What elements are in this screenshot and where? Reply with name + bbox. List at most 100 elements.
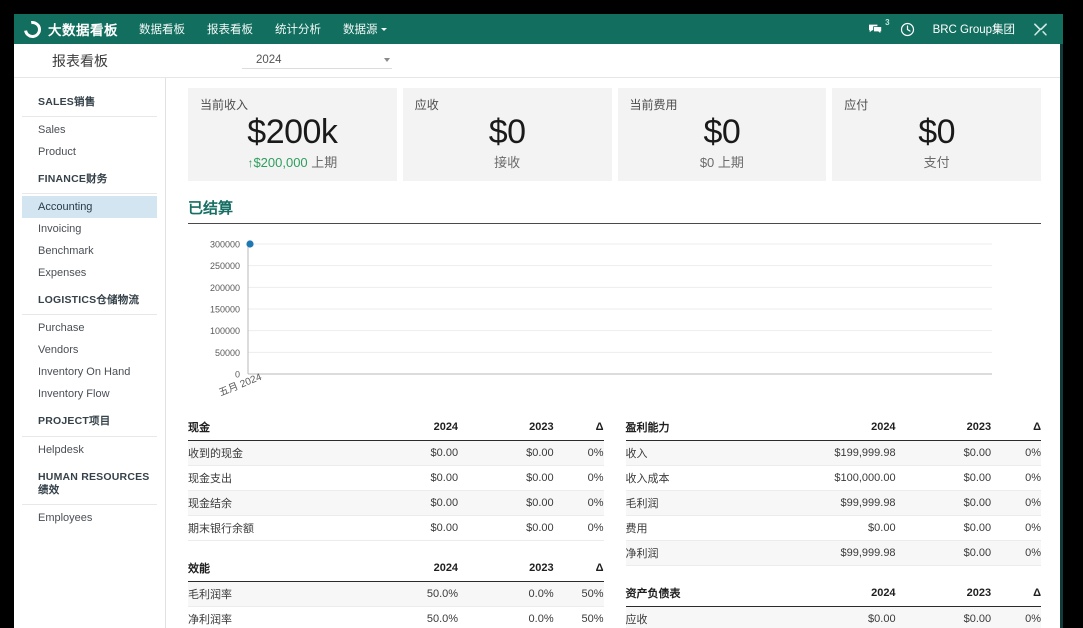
cell-delta: 0% (991, 465, 1041, 491)
kpi-card-receivable[interactable]: 应收 $0 接收 (402, 88, 612, 181)
svg-text:50000: 50000 (215, 348, 240, 358)
sidebar-item-product[interactable]: Product (22, 141, 157, 163)
top-navbar: 大数据看板 数据看板 报表看板 统计分析 数据源 3 BRC Group集团 (14, 14, 1063, 44)
table-row: 收入 $199,999.98 $0.00 0% (625, 440, 1041, 466)
cell-delta: 0% (991, 440, 1041, 466)
chevron-down-icon (384, 58, 390, 62)
table-title-efficiency: 效能 (188, 556, 363, 582)
main-content: 当前收入 $200k ↑$200,000 上期 应收 $0 接收 当前费用 $0… (166, 78, 1063, 628)
cell-delta: 50% (553, 581, 604, 607)
row-label: 期末银行余额 (188, 515, 363, 541)
sidebar-item-purchase[interactable]: Purchase (22, 317, 157, 339)
kpi-label: 应付 (844, 98, 869, 112)
kpi-subtext: 接收 (494, 154, 521, 170)
nav-link-label: 数据源 (343, 24, 378, 36)
table-row: 毛利润 $99,999.98 $0.00 0% (625, 490, 1041, 516)
chat-bubble-icon[interactable]: 3 (861, 17, 890, 40)
brand[interactable]: 大数据看板 (20, 17, 128, 41)
table-header-row: 资产负债表 2024 2023 Δ (625, 581, 1041, 607)
sidebar-heading-logistics: LOGISTICS仓储物流 (22, 288, 157, 316)
table-header-row: 盈利能力 2024 2023 Δ (625, 415, 1041, 441)
table-row: 毛利润率 50.0% 0.0% 50% (188, 581, 604, 607)
svg-text:150000: 150000 (210, 304, 240, 314)
sidebar-group-sales: SALES销售 Sales Product (14, 90, 165, 163)
kpi-label: 当前费用 (629, 98, 678, 112)
cell-2023: $0.00 (458, 490, 554, 516)
body: SALES销售 Sales Product FINANCE财务 Accounti… (14, 78, 1063, 628)
nav-link-report-dashboard[interactable]: 报表看板 (196, 14, 264, 44)
table-title-cash: 现金 (188, 415, 363, 441)
table-row: 净利润率 50.0% 0.0% 50% (188, 606, 604, 628)
nav-link-data-dashboard[interactable]: 数据看板 (128, 14, 196, 44)
column-header-2024: 2024 (800, 581, 896, 607)
cell-2023: $0.00 (895, 465, 992, 491)
sidebar-item-helpdesk[interactable]: Helpdesk (22, 439, 157, 461)
sidebar-heading-hr: HUMAN RESOURCES绩效 (22, 465, 157, 505)
sidebar-heading-finance: FINANCE财务 (22, 167, 157, 195)
table-row: 收到的现金 $0.00 $0.00 0% (188, 440, 604, 466)
svg-text:100000: 100000 (210, 326, 240, 336)
cell-2023: $0.00 (458, 515, 554, 541)
sidebar-group-logistics: LOGISTICS仓储物流 Purchase Vendors Inventory… (14, 288, 165, 405)
cell-2024: $99,999.98 (800, 540, 896, 566)
chart-title: 已结算 (188, 197, 1041, 224)
sidebar-item-inventory-on-hand[interactable]: Inventory On Hand (22, 361, 157, 383)
kpi-card-current-revenue[interactable]: 当前收入 $200k ↑$200,000 上期 (188, 88, 397, 181)
sidebar-item-benchmark[interactable]: Benchmark (22, 240, 157, 262)
cell-2024: $99,999.98 (800, 490, 896, 516)
sidebar-item-inventory-flow[interactable]: Inventory Flow (22, 383, 157, 405)
kpi-card-payable[interactable]: 应付 $0 支付 (832, 88, 1041, 181)
kpi-subtext: ↑$200,000 上期 (200, 152, 385, 171)
nav-link-label: 统计分析 (275, 24, 321, 36)
cell-delta: 0% (553, 440, 604, 466)
year-filter-select[interactable]: 2024 (242, 52, 392, 69)
cell-2023: $0.00 (458, 440, 554, 466)
column-header-2023: 2023 (458, 556, 554, 582)
year-filter-value: 2024 (256, 54, 282, 66)
row-label: 应收 (625, 606, 800, 628)
chat-badge: 3 (885, 17, 890, 27)
nav-links: 数据看板 报表看板 统计分析 数据源 (128, 14, 398, 44)
row-label: 费用 (625, 515, 800, 541)
kpi-sub-suffix: 上期 (311, 154, 338, 170)
row-label: 现金结余 (188, 490, 363, 516)
nav-link-datasource[interactable]: 数据源 (332, 14, 398, 44)
cell-2024: $0.00 (362, 440, 459, 466)
row-label: 毛利润 (625, 490, 800, 516)
clock-icon[interactable] (893, 18, 922, 41)
sidebar-item-vendors[interactable]: Vendors (22, 339, 157, 361)
cell-delta: 0% (991, 490, 1041, 516)
chart-area[interactable]: 300000 250000 200000 150000 100000 50000 0 五月 … (188, 238, 1041, 399)
column-header-delta: Δ (991, 415, 1041, 441)
tools-icon[interactable] (1026, 18, 1055, 41)
vertical-scrollbar[interactable] (1060, 44, 1063, 628)
cell-2023: $0.00 (895, 490, 992, 516)
sidebar-item-employees[interactable]: Employees (22, 507, 157, 529)
table-header-row: 现金 2024 2023 Δ (188, 415, 604, 441)
column-header-2023: 2023 (895, 581, 992, 607)
sidebar-item-sales[interactable]: Sales (22, 119, 157, 141)
org-name[interactable]: BRC Group集团 (925, 21, 1023, 37)
table-title-balance-sheet: 资产负债表 (625, 581, 800, 607)
sidebar-item-invoicing[interactable]: Invoicing (22, 218, 157, 240)
svg-text:250000: 250000 (210, 261, 240, 271)
nav-link-statistics[interactable]: 统计分析 (264, 14, 332, 44)
table-balance-sheet: 资产负债表 2024 2023 Δ 应收 $0.00 $0.00 0% (625, 581, 1041, 628)
sidebar-heading-project: PROJECT项目 (22, 409, 157, 437)
column-header-2024: 2024 (362, 556, 459, 582)
page-title: 报表看板 (52, 52, 108, 69)
sidebar-item-accounting[interactable]: Accounting (22, 196, 157, 219)
kpi-card-current-expense[interactable]: 当前费用 $0 $0 上期 (617, 88, 827, 181)
cell-delta: 0% (991, 515, 1041, 541)
chevron-down-icon (380, 28, 387, 32)
cell-2024: $0.00 (362, 465, 459, 491)
sidebar-item-expenses[interactable]: Expenses (22, 262, 157, 284)
sidebar-group-finance: FINANCE财务 Accounting Invoicing Benchmark… (14, 167, 165, 284)
settled-chart-block: 已结算 300000 250000 200000 150000 100000 50000 0… (188, 197, 1041, 399)
report-tables: 现金 2024 2023 Δ 收到的现金 $0.00 $0.00 0% 现金支出… (188, 415, 1041, 628)
kpi-value: $0 (703, 113, 741, 151)
table-row: 净利润 $99,999.98 $0.00 0% (625, 540, 1041, 566)
table-row: 现金结余 $0.00 $0.00 0% (188, 490, 604, 516)
column-header-2024: 2024 (800, 415, 896, 441)
settled-line-chart[interactable]: 300000250000200000150000100000500000 (188, 238, 998, 390)
